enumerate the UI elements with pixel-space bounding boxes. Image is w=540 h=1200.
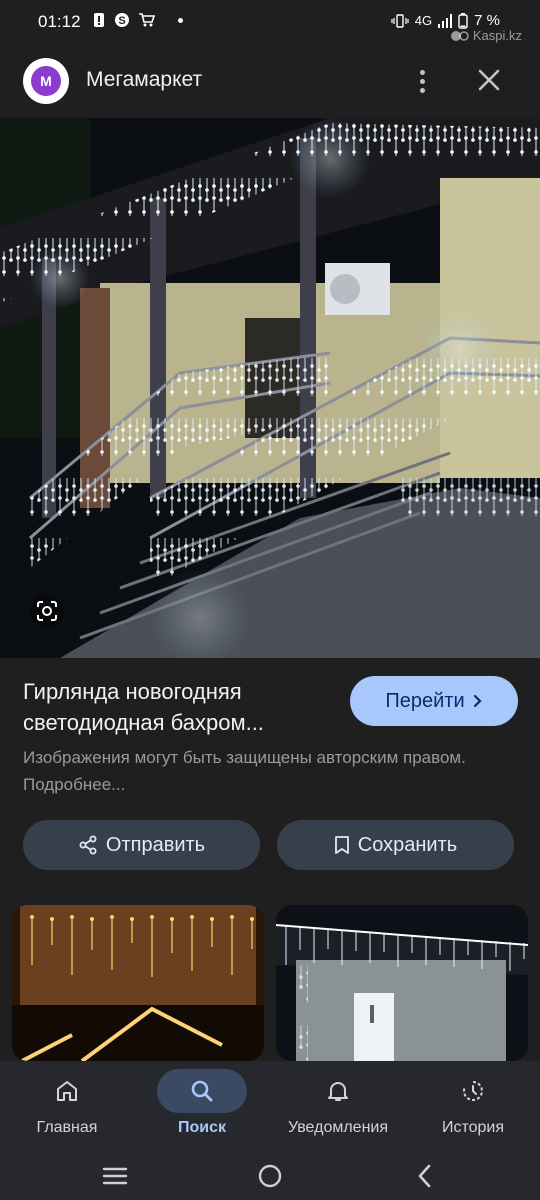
more-dot-icon bbox=[419, 69, 425, 75]
share-icon bbox=[79, 835, 97, 855]
nav-item-home[interactable]: Главная bbox=[7, 1061, 127, 1151]
svg-text:S: S bbox=[118, 15, 125, 27]
nav-item-notifications[interactable]: Уведомления bbox=[278, 1061, 398, 1151]
status-right: 4G 7 % bbox=[391, 12, 500, 29]
more-dot-icon bbox=[419, 78, 425, 84]
go-button-label: Перейти bbox=[385, 689, 465, 712]
kaspi-logo-icon bbox=[450, 30, 469, 41]
status-bar: 01:12 S 4G 7 % Kaspi.kz bbox=[0, 0, 540, 44]
more-options-button[interactable] bbox=[408, 64, 436, 98]
nav-icon-wrap bbox=[157, 1069, 247, 1113]
nav-icon-wrap bbox=[22, 1069, 112, 1113]
home-system-button[interactable] bbox=[253, 1159, 287, 1193]
battery-icon bbox=[458, 12, 468, 29]
notification-icons: S bbox=[92, 12, 183, 28]
more-dot-icon bbox=[419, 87, 425, 93]
system-navigation-bar bbox=[0, 1151, 540, 1200]
header: M Мегамаркет bbox=[0, 44, 540, 118]
menu-lines-icon bbox=[102, 1167, 128, 1185]
chevron-right-icon bbox=[473, 694, 482, 708]
skype-icon: S bbox=[115, 13, 129, 27]
related-image-1[interactable] bbox=[12, 905, 264, 1061]
bottom-navigation: Главная Поиск Уведомления История bbox=[0, 1061, 540, 1151]
save-button[interactable]: Сохранить bbox=[277, 820, 514, 870]
go-button[interactable]: Перейти bbox=[350, 676, 518, 726]
nav-label-notifications: Уведомления bbox=[287, 1119, 389, 1136]
avatar-letter: M bbox=[31, 66, 61, 96]
nav-label-search: Поиск bbox=[177, 1119, 226, 1136]
nav-label-history: История bbox=[441, 1119, 505, 1136]
lens-icon bbox=[37, 601, 57, 621]
back-button[interactable] bbox=[408, 1159, 442, 1193]
dot-icon bbox=[178, 17, 183, 23]
close-icon[interactable] bbox=[474, 65, 504, 95]
warm-garland-illustration bbox=[12, 905, 264, 1061]
share-button[interactable]: Отправить bbox=[23, 820, 260, 870]
vibrate-icon bbox=[391, 13, 409, 28]
history-icon bbox=[463, 1081, 483, 1101]
page-title: Мегамаркет bbox=[86, 68, 203, 91]
nav-icon-wrap bbox=[428, 1069, 518, 1113]
bookmark-icon bbox=[334, 836, 349, 854]
cart-icon bbox=[139, 13, 156, 27]
watermark-text: Kaspi.kz bbox=[472, 28, 522, 43]
product-image[interactable] bbox=[0, 118, 540, 658]
chevron-left-icon bbox=[418, 1164, 431, 1188]
copyright-notice[interactable]: Изображения могут быть защищены авторски… bbox=[23, 744, 493, 798]
nav-item-search[interactable]: Поиск bbox=[142, 1061, 262, 1151]
google-lens-button[interactable] bbox=[30, 594, 64, 628]
nav-label-home: Главная bbox=[36, 1119, 98, 1136]
recent-apps-button[interactable] bbox=[98, 1159, 132, 1193]
white-garland-house-illustration bbox=[276, 905, 528, 1061]
share-button-label: Отправить bbox=[105, 833, 206, 856]
search-icon bbox=[191, 1080, 213, 1102]
network-type: 4G bbox=[414, 13, 433, 28]
house-garland-illustration bbox=[0, 118, 540, 658]
watermark: Kaspi.kz bbox=[450, 28, 522, 43]
sim-alert-icon bbox=[94, 13, 104, 27]
bell-icon bbox=[328, 1082, 348, 1101]
related-image-2[interactable] bbox=[276, 905, 528, 1061]
save-button-label: Сохранить bbox=[357, 833, 458, 856]
circle-icon bbox=[258, 1164, 282, 1188]
result-title[interactable]: Гирлянда новогодняя светодиодная бахром.… bbox=[23, 676, 333, 738]
battery-level: 7 % bbox=[474, 12, 500, 29]
nav-item-history[interactable]: История bbox=[413, 1061, 533, 1151]
signal-icon bbox=[438, 13, 453, 28]
status-time: 01:12 bbox=[38, 12, 81, 31]
home-icon bbox=[57, 1081, 77, 1101]
avatar[interactable]: M bbox=[23, 58, 69, 104]
nav-icon-wrap bbox=[293, 1069, 383, 1113]
